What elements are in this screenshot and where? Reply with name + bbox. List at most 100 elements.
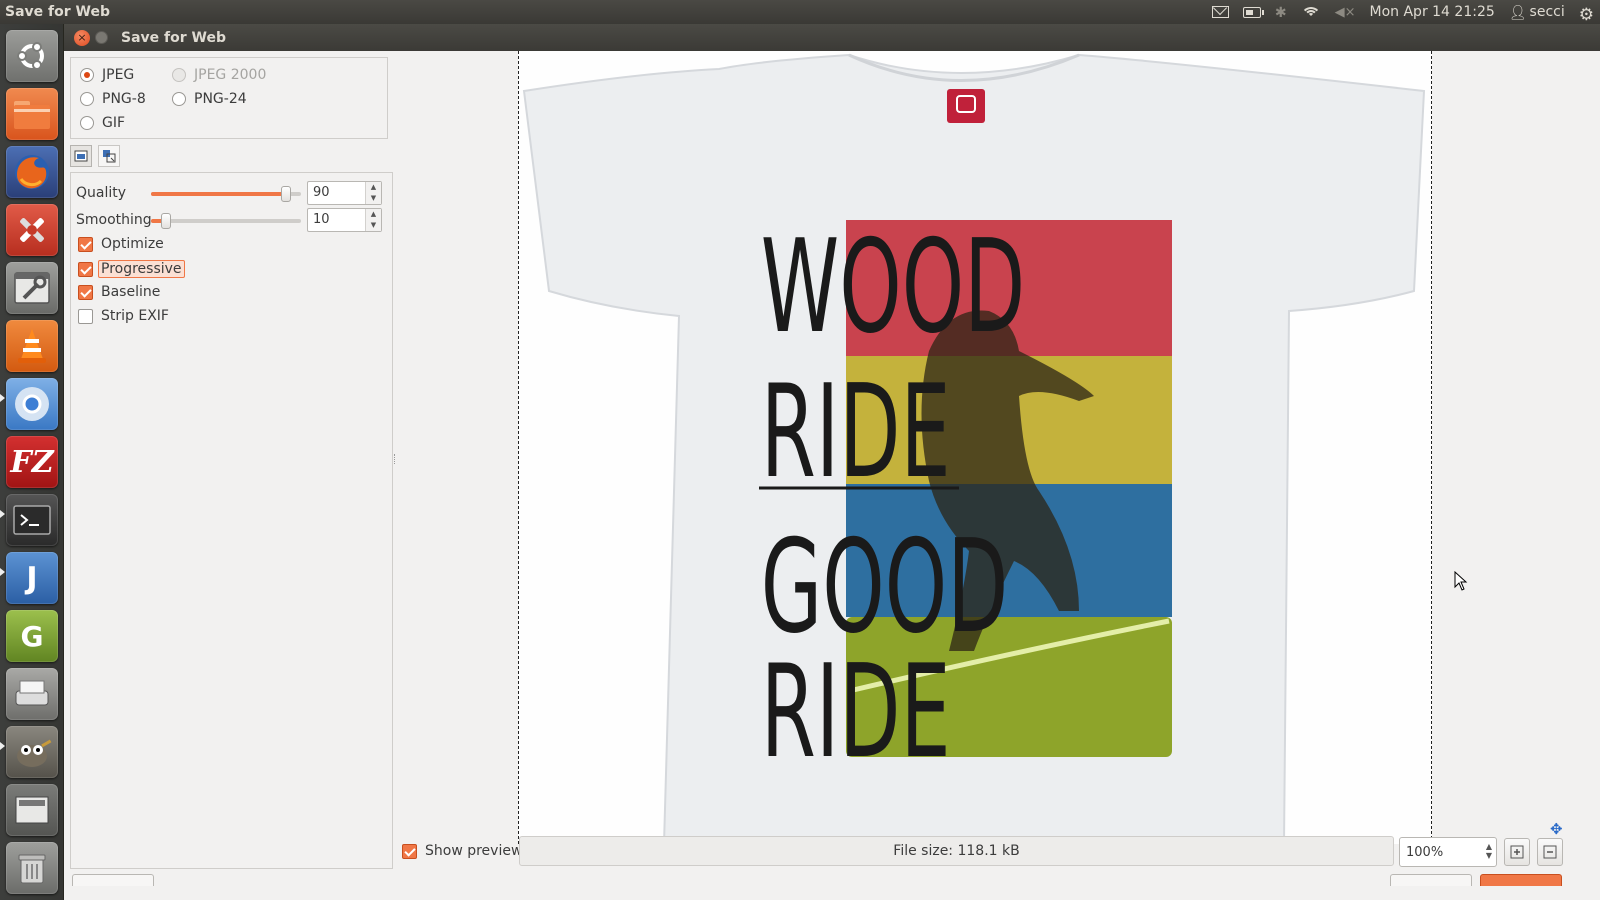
- indicator-area: ✱ ◀× Mon Apr 14 21:25 👤︎ secci ⚙: [1211, 0, 1594, 25]
- zoom-out-button[interactable]: [1537, 838, 1563, 866]
- gear-icon[interactable]: ⚙: [1579, 5, 1594, 25]
- launcher-running-pip: [0, 394, 5, 402]
- wifi-icon[interactable]: [1300, 5, 1321, 19]
- launcher-system-settings[interactable]: [6, 204, 58, 256]
- format-png24-label: PNG-24: [194, 91, 247, 107]
- format-png24-radio[interactable]: PNG-24: [172, 91, 247, 107]
- format-jpeg-radio[interactable]: JPEG: [80, 67, 134, 83]
- navigate-move-icon[interactable]: ✥: [1550, 820, 1563, 838]
- launcher-firefox[interactable]: [6, 146, 58, 198]
- top-panel: Save for Web ✱ ◀× Mon Apr 14 21:25 👤︎ se…: [0, 0, 1600, 25]
- filezilla-icon: FZ: [10, 444, 54, 480]
- volume-muted-icon[interactable]: ◀×: [1335, 5, 1356, 20]
- cancel-button[interactable]: [1390, 874, 1472, 886]
- scanner-icon: [15, 680, 49, 706]
- vlc-cone-icon: [18, 329, 46, 363]
- checkbox-box: [78, 284, 93, 300]
- optimize-label: Optimize: [101, 236, 164, 252]
- wrench-window-icon: [14, 272, 50, 304]
- file-size-text: File size: 118.1 kB: [893, 843, 1020, 859]
- zoom-combobox[interactable]: 100% ▲ ▼: [1399, 837, 1497, 867]
- battery-icon[interactable]: [1242, 6, 1264, 18]
- folder-icon: [14, 101, 50, 129]
- launcher-trash[interactable]: [6, 842, 58, 894]
- workspaces-icon: [15, 796, 49, 824]
- tshirt-text-line-2: RIDE: [761, 358, 951, 507]
- image-preview[interactable]: WOOD RIDE GOOD RIDE: [518, 51, 1432, 844]
- launcher-chromium[interactable]: [6, 378, 58, 430]
- close-icon: ×: [77, 31, 87, 44]
- checkbox-box: [402, 843, 417, 859]
- format-gif-label: GIF: [102, 115, 126, 131]
- zoom-in-button[interactable]: [1504, 838, 1530, 866]
- show-preview-checkbox[interactable]: Show preview: [402, 843, 522, 859]
- user-icon: 👤︎: [1508, 5, 1527, 21]
- launcher: FZ J G: [0, 24, 64, 900]
- launcher-workspace-switcher[interactable]: [6, 784, 58, 836]
- user-name: secci: [1529, 4, 1565, 20]
- ubuntu-logo-icon: [17, 42, 44, 70]
- optimize-checkbox[interactable]: Optimize: [78, 236, 164, 252]
- close-button[interactable]: ×: [74, 29, 90, 46]
- radio-dot: [172, 68, 186, 82]
- quality-slider-handle[interactable]: [281, 186, 291, 202]
- help-button[interactable]: [72, 874, 154, 886]
- zoom-in-icon: [1510, 845, 1524, 859]
- format-jpeg2000-label: JPEG 2000: [194, 67, 267, 83]
- launcher-running-pip: [0, 742, 5, 750]
- image-settings-icon: [74, 150, 88, 162]
- launcher-gimp-dev[interactable]: G: [6, 610, 58, 662]
- jpeg-options-frame: Quality 90 ▲ ▼ Smoothing 10 ▲ ▼ Optimize P…: [70, 172, 393, 869]
- zoom-out-icon: [1543, 845, 1557, 859]
- launcher-running-pip: [0, 510, 5, 518]
- smoothing-spinbox[interactable]: 10 ▲ ▼: [307, 208, 382, 232]
- launcher-terminal[interactable]: [6, 494, 58, 546]
- strip-exif-checkbox[interactable]: Strip EXIF: [78, 308, 169, 324]
- resize-icon: [103, 150, 116, 163]
- minimize-button[interactable]: [95, 31, 108, 44]
- radio-dot: [80, 92, 94, 106]
- user-menu[interactable]: 👤︎ secci: [1508, 4, 1565, 21]
- spin-arrows-icon[interactable]: ▲ ▼: [365, 209, 381, 231]
- launcher-gimp[interactable]: [6, 726, 58, 778]
- launcher-scanner[interactable]: [6, 668, 58, 720]
- file-size-display: File size: 118.1 kB: [519, 836, 1394, 866]
- launcher-filezilla[interactable]: FZ: [6, 436, 58, 488]
- tab-image-settings[interactable]: [70, 145, 92, 167]
- launcher-files[interactable]: [6, 88, 58, 140]
- quality-spinbox[interactable]: 90 ▲ ▼: [307, 181, 382, 205]
- launcher-running-pip: [0, 568, 5, 576]
- format-png8-radio[interactable]: PNG-8: [80, 91, 146, 107]
- launcher-system-tool[interactable]: [6, 262, 58, 314]
- format-jpeg-label: JPEG: [102, 67, 135, 83]
- settings-tools-icon: [20, 218, 44, 242]
- jabref-icon: J: [26, 560, 38, 596]
- mouse-cursor-icon: [1454, 571, 1468, 591]
- launcher-dash-home[interactable]: [6, 30, 58, 82]
- bluetooth-icon[interactable]: ✱: [1275, 5, 1287, 21]
- baseline-checkbox[interactable]: Baseline: [78, 284, 160, 300]
- smoothing-slider-handle[interactable]: [161, 213, 171, 229]
- clock[interactable]: Mon Apr 14 21:25: [1370, 4, 1495, 20]
- progressive-checkbox[interactable]: Progressive: [78, 260, 185, 278]
- launcher-jabref[interactable]: J: [6, 552, 58, 604]
- smoothing-slider[interactable]: [151, 213, 301, 229]
- save-button[interactable]: [1480, 874, 1562, 886]
- quality-value: 90: [313, 185, 330, 200]
- checkbox-box: [78, 308, 93, 324]
- tshirt-text-line-1: WOOD: [761, 213, 1025, 362]
- dialog-titlebar[interactable]: × Save for Web: [64, 24, 1600, 51]
- zoom-value: 100%: [1406, 845, 1444, 860]
- spin-arrows-icon[interactable]: ▲ ▼: [1486, 842, 1492, 860]
- tab-resize[interactable]: [98, 145, 120, 167]
- launcher-vlc[interactable]: [6, 320, 58, 372]
- mail-icon[interactable]: [1211, 6, 1229, 18]
- pane-resize-handle[interactable]: [394, 454, 398, 464]
- radio-dot: [80, 68, 94, 82]
- radio-dot: [80, 116, 94, 130]
- spin-arrows-icon[interactable]: ▲ ▼: [365, 182, 381, 204]
- quality-slider[interactable]: [151, 186, 301, 202]
- save-for-web-dialog: × Save for Web JPEG JPEG 2000 PNG-8 PNG-…: [64, 24, 1600, 900]
- radio-dot: [172, 92, 186, 106]
- format-gif-radio[interactable]: GIF: [80, 115, 125, 131]
